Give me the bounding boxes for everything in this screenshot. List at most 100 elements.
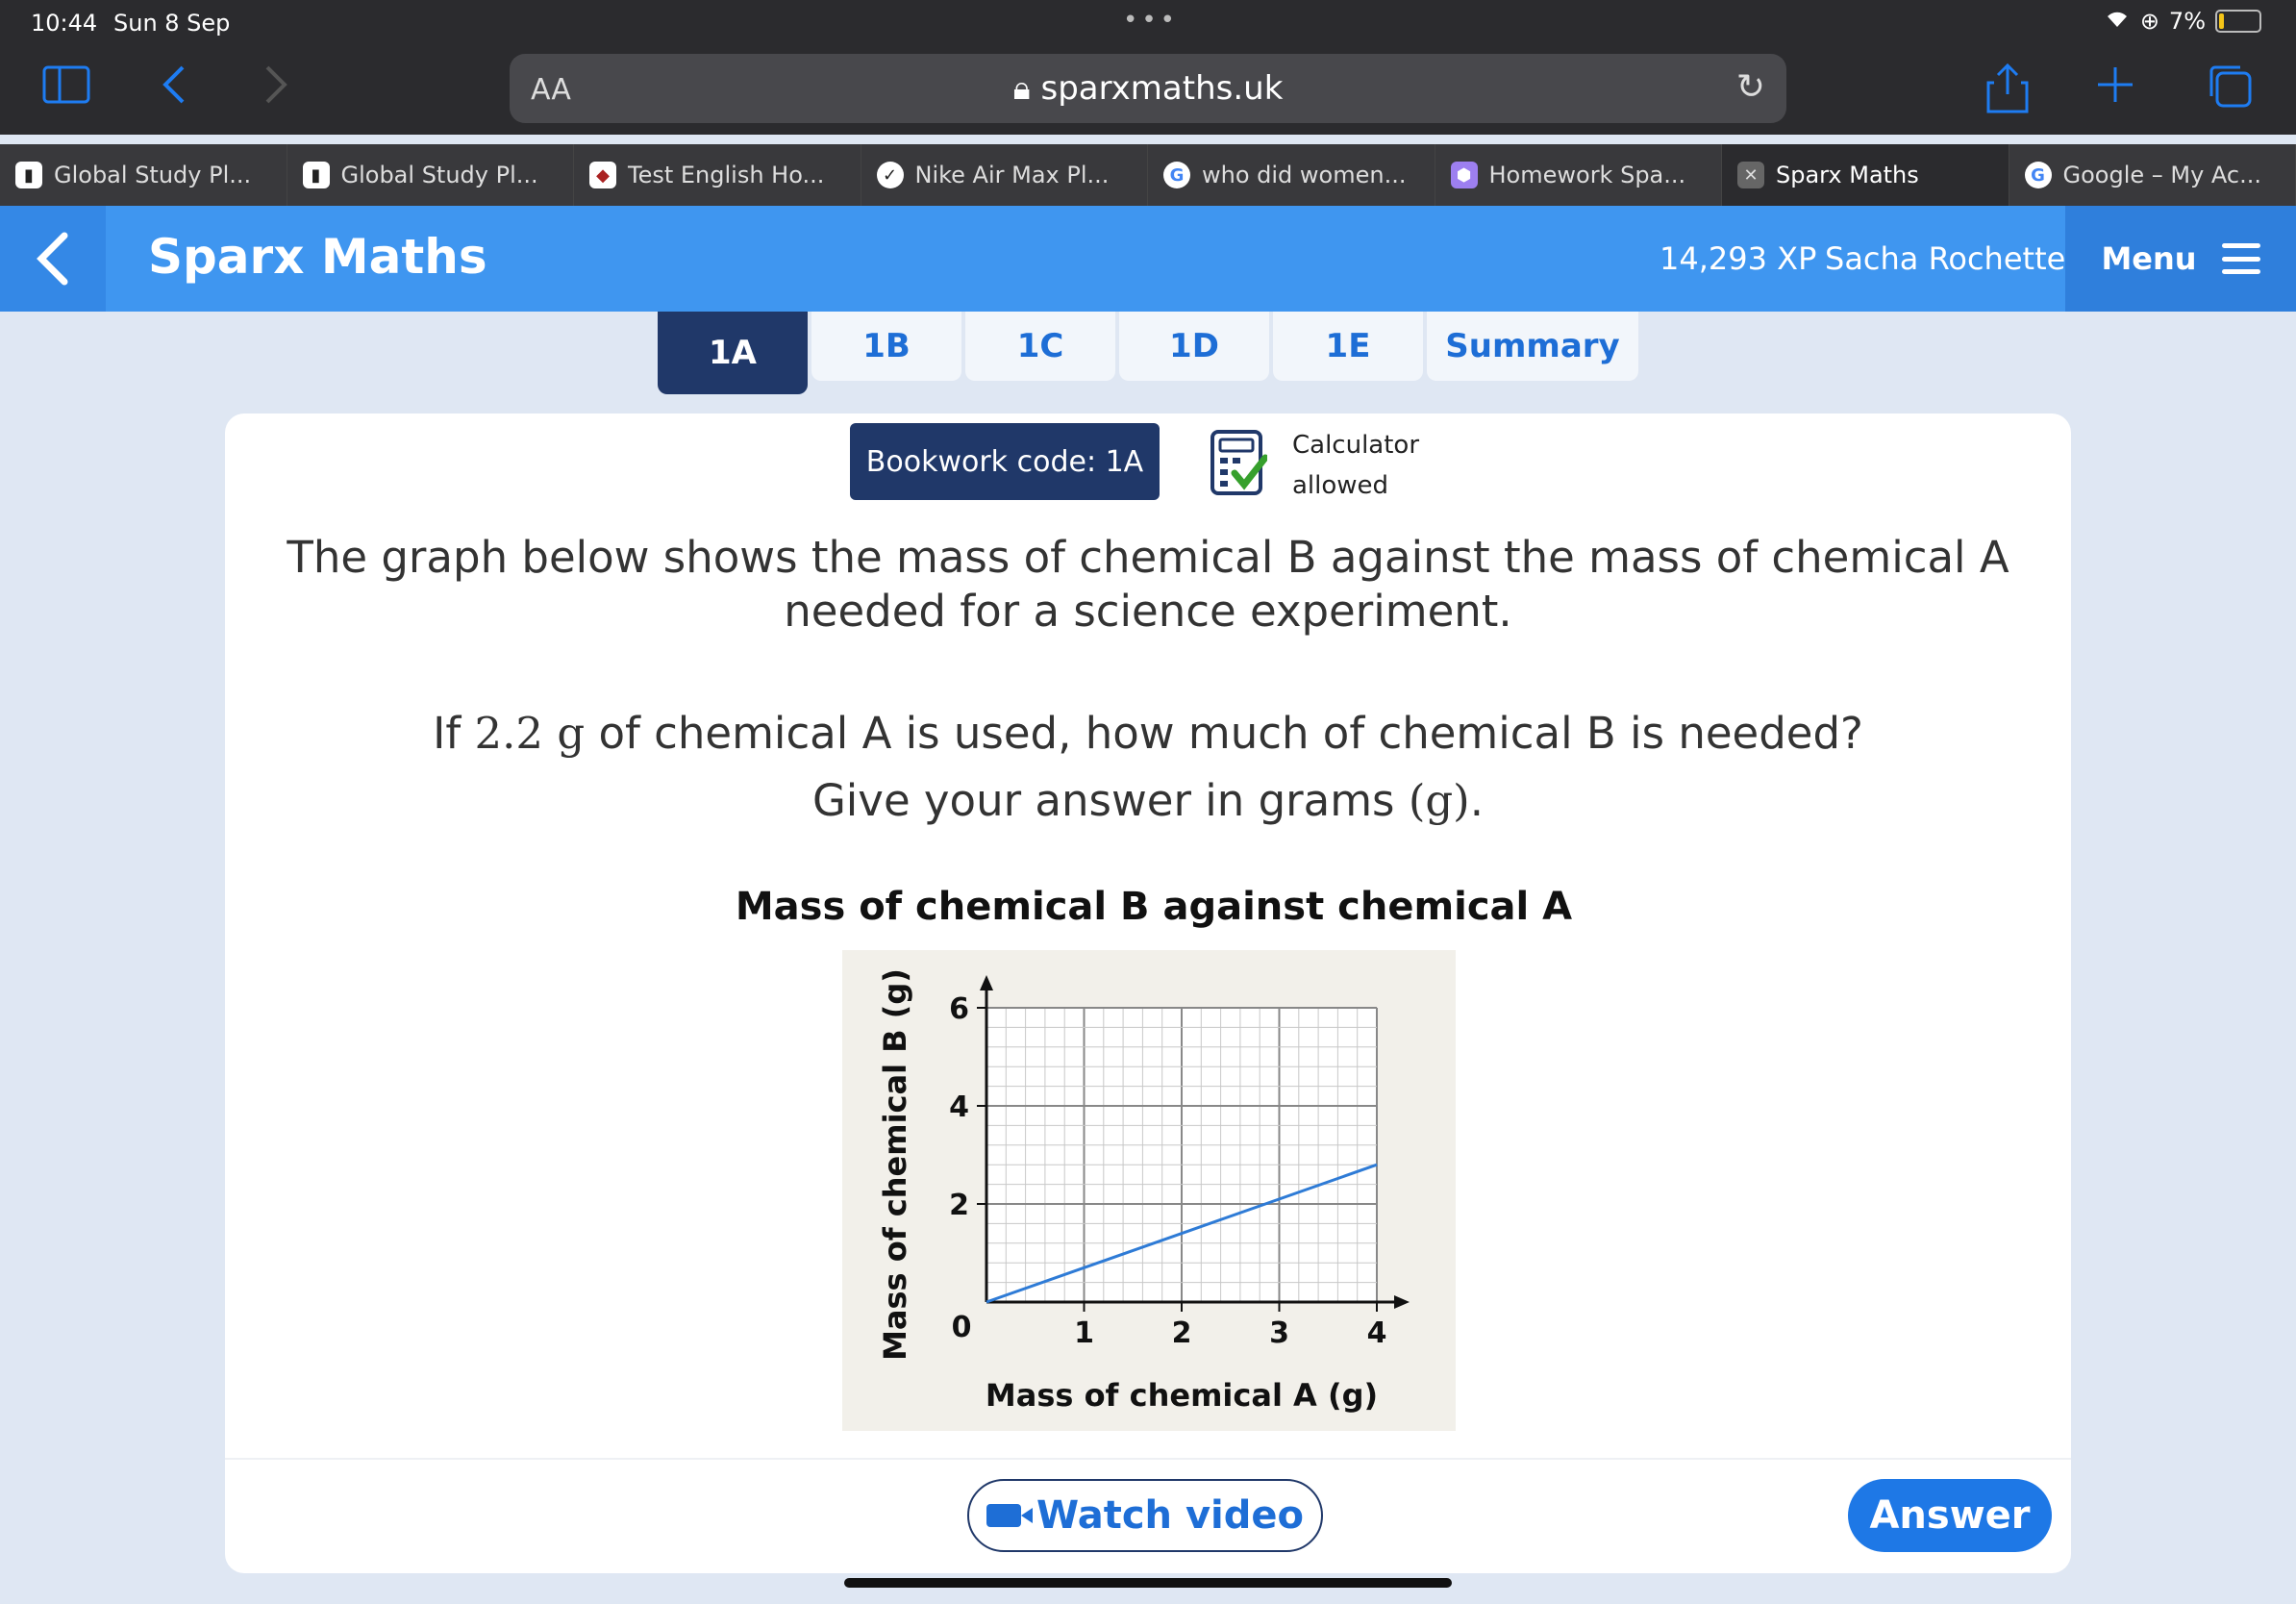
- x-tick-label: 3: [1269, 1316, 1289, 1350]
- calculator-line2: allowed: [1292, 471, 1389, 500]
- address-bar[interactable]: AA 🔒︎ sparxmaths.uk ↻: [510, 54, 1786, 123]
- browser-tab[interactable]: G Google – My Ac...: [2009, 144, 2296, 206]
- tab-label: who did women...: [1202, 162, 1407, 188]
- wifi-icon: [2104, 8, 2131, 35]
- homework-icon: ⬢: [1450, 162, 1478, 188]
- question-prompt-line1: If 2.2 g of chemical A is used, how much…: [225, 700, 2071, 767]
- tab-label: Global Study Pl...: [54, 162, 252, 188]
- tab-summary[interactable]: Summary: [1427, 312, 1638, 381]
- tab-1d[interactable]: 1D: [1119, 312, 1269, 381]
- watch-video-button[interactable]: Watch video: [967, 1479, 1323, 1552]
- browser-tab[interactable]: Gwho did women...: [1148, 144, 1435, 206]
- school-crest-icon: ◆: [589, 162, 616, 188]
- tab-label: Test English Ho...: [628, 162, 825, 188]
- tab-overview-icon[interactable]: [2208, 63, 2254, 123]
- browser-tab[interactable]: ▮ Global Study Pl...: [287, 144, 574, 206]
- chart: 1 2 3 4 2 4 6 0 Mass of chemical A (g) Mass of ch…: [842, 950, 1456, 1431]
- browser-toolbar: AA 🔒︎ sparxmaths.uk ↻: [0, 46, 2296, 135]
- home-indicator: [844, 1578, 1452, 1588]
- battery-icon: [2215, 10, 2261, 33]
- question-card: Bookwork code: 1A Calculator allowed The…: [225, 414, 2071, 1573]
- tab-label: Homework Spa...: [1488, 162, 1686, 188]
- task-tab-bar: 1A 1B 1C 1D 1E Summary: [658, 312, 1638, 394]
- calculator-status: Calculator allowed: [1292, 425, 1419, 506]
- y-tick-label: 2: [949, 1189, 969, 1222]
- menu-button[interactable]: Menu: [2065, 206, 2296, 312]
- chart-svg: 1 2 3 4 2 4 6 0 Mass of chemical A (g) Mass of ch…: [877, 968, 1410, 1414]
- prompt-math: 2.2 g: [474, 708, 586, 759]
- tab-1e[interactable]: 1E: [1273, 312, 1423, 381]
- question-prompt-line2: Give your answer in grams (g).: [225, 767, 2071, 835]
- tab-1a[interactable]: 1A: [658, 312, 808, 394]
- tab-label: Sparx Maths: [1776, 162, 1919, 188]
- calculator-line1: Calculator: [1292, 431, 1420, 460]
- new-tab-icon[interactable]: [2096, 63, 2134, 117]
- back-button[interactable]: [0, 206, 106, 312]
- menu-label: Menu: [2101, 240, 2197, 277]
- prompt-text: If: [433, 708, 475, 759]
- tab-1b[interactable]: 1B: [811, 312, 961, 381]
- share-icon[interactable]: [1986, 63, 2029, 127]
- video-camera-icon: [986, 1504, 1034, 1527]
- prompt-math: (g): [1408, 775, 1470, 826]
- lock-icon: 🔒︎: [1012, 69, 1031, 108]
- tab-label: Google – My Ac...: [2062, 162, 2262, 188]
- watch-video-label: Watch video: [1036, 1493, 1304, 1538]
- chevron-left-icon: [37, 232, 68, 286]
- browser-tab[interactable]: ⬢ Homework Spa...: [1435, 144, 1722, 206]
- status-bar: 10:44 Sun 8 Sep ••• ⊕ 7%: [0, 0, 2296, 46]
- y-axis-label: Mass of chemical B (g): [877, 968, 913, 1361]
- origin-label: 0: [952, 1311, 972, 1344]
- x-tick-label: 1: [1074, 1316, 1094, 1350]
- user-name: Sacha Rochette: [1825, 240, 2066, 277]
- orientation-lock-icon: ⊕: [2139, 8, 2159, 35]
- forward-icon[interactable]: [262, 63, 290, 119]
- battery-percent: 7%: [2168, 8, 2206, 35]
- app-icon: ▮: [15, 162, 42, 188]
- app-icon: ▮: [302, 162, 330, 188]
- browser-tab-active[interactable]: ✕ Sparx Maths: [1722, 144, 2009, 206]
- multitasking-dots-icon[interactable]: •••: [1123, 6, 1179, 35]
- nike-icon: ✓: [876, 162, 904, 188]
- reload-icon[interactable]: ↻: [1736, 67, 1765, 107]
- xp-counter: 14,293 XP: [1660, 240, 1817, 277]
- y-tick-label: 4: [949, 1090, 969, 1124]
- tab-label: Nike Air Max Pl...: [914, 162, 1110, 188]
- url-value: sparxmaths.uk: [1040, 69, 1284, 108]
- question-intro-line2: needed for a science experiment.: [784, 586, 1512, 637]
- x-axis-label: Mass of chemical A (g): [986, 1377, 1378, 1414]
- x-axis-arrow: [1394, 1295, 1410, 1309]
- hamburger-icon: [2221, 243, 2260, 274]
- y-tick-label: 6: [949, 992, 969, 1026]
- browser-tab[interactable]: ▮ Global Study Pl...: [0, 144, 287, 206]
- prompt-text: of chemical A is used, how much of chemi…: [585, 708, 1863, 759]
- browser-tab[interactable]: ◆ Test English Ho...: [574, 144, 861, 206]
- tab-label: Global Study Pl...: [340, 162, 538, 188]
- question-intro-line1: The graph below shows the mass of chemic…: [287, 532, 2009, 583]
- sidebar-icon[interactable]: [42, 63, 90, 117]
- status-indicators: ⊕ 7%: [2104, 8, 2261, 35]
- sparx-header: Sparx Maths 14,293 XP Sacha Rochette Men…: [0, 206, 2296, 312]
- google-icon: G: [1163, 162, 1190, 188]
- back-icon[interactable]: [160, 63, 188, 119]
- browser-tab-bar: ▮ Global Study Pl... ▮ Global Study Pl... …: [0, 144, 2296, 206]
- answer-button[interactable]: Answer: [1848, 1479, 2052, 1552]
- google-icon: G: [2024, 162, 2052, 188]
- brand-title[interactable]: Sparx Maths: [148, 229, 487, 285]
- y-axis-arrow: [980, 975, 993, 990]
- calculator-allowed-icon: [1210, 430, 1267, 495]
- bookwork-code: Bookwork code: 1A: [850, 423, 1160, 500]
- status-time: 10:44: [31, 10, 98, 37]
- divider: [225, 1458, 2071, 1460]
- question-intro: The graph below shows the mass of chemic…: [225, 531, 2071, 639]
- browser-tab[interactable]: ✓ Nike Air Max Pl...: [861, 144, 1148, 206]
- tab-1c[interactable]: 1C: [965, 312, 1115, 381]
- x-tick-label: 2: [1172, 1316, 1192, 1350]
- prompt-text: .: [1469, 775, 1485, 826]
- url-text[interactable]: 🔒︎ sparxmaths.uk: [510, 69, 1786, 108]
- status-date: Sun 8 Sep: [113, 10, 231, 37]
- x-tick-label: 4: [1367, 1316, 1387, 1350]
- close-icon[interactable]: ✕: [1737, 162, 1764, 188]
- prompt-text: Give your answer in grams: [811, 775, 1409, 826]
- question-prompt: If 2.2 g of chemical A is used, how much…: [225, 700, 2071, 835]
